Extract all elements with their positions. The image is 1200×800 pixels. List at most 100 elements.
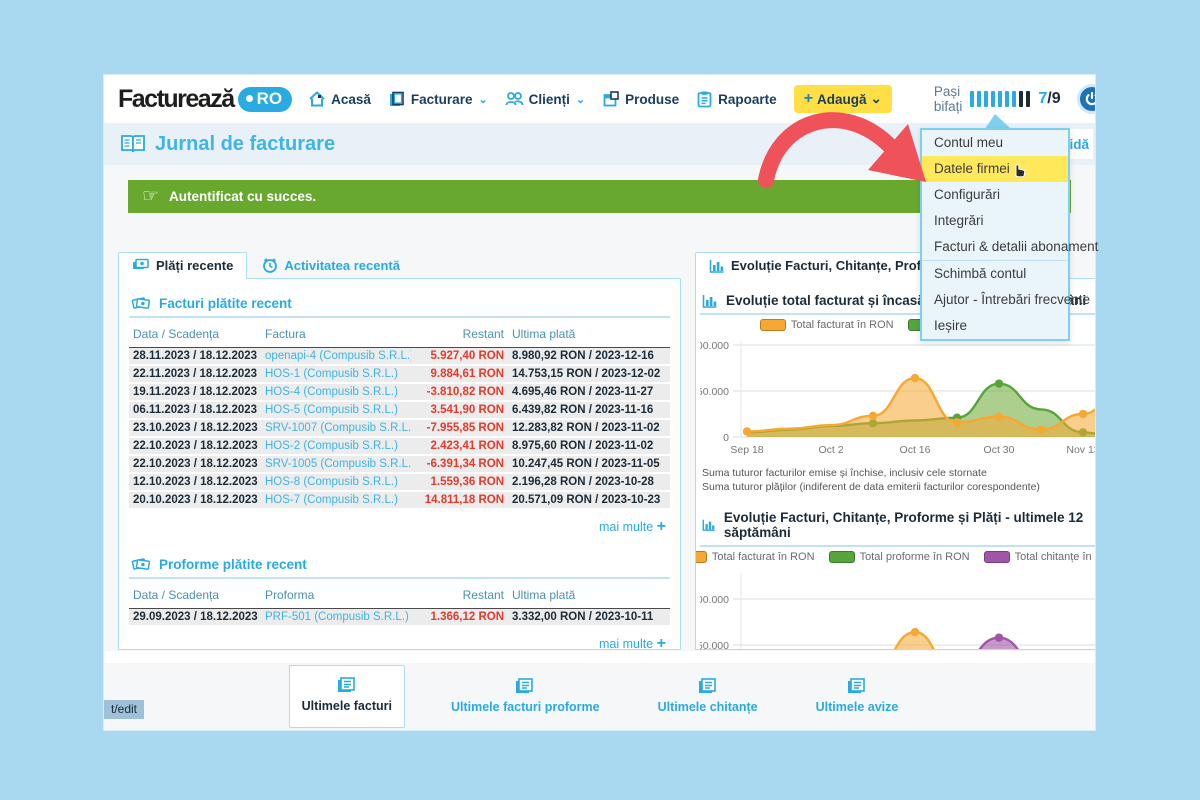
cell-restant: 14.811,18 RON — [411, 491, 508, 509]
top-navigation-bar: Facturează RO Acasă Facturare⌄ Clienți⌄ … — [104, 75, 1095, 123]
banknotes-icon — [131, 295, 151, 311]
cell-date: 06.11.2023 / 18.12.2023 — [129, 401, 261, 419]
more-invoices-link[interactable]: mai multe + — [599, 520, 666, 534]
legend-entry: Total proforme în RON — [829, 551, 970, 563]
table-row: 22.11.2023 / 18.12.2023HOS-1 (Compusib S… — [129, 365, 670, 383]
legend-entry: Total chitanțe în RON — [984, 551, 1095, 563]
steps-score: 7/9 — [1038, 90, 1060, 108]
power-icon — [1077, 84, 1095, 114]
banknotes-icon — [131, 556, 151, 572]
cell-document-link[interactable]: SRV-1007 (Compusib S.R.L.) — [261, 419, 411, 437]
plus-icon: + — [804, 94, 813, 104]
tab-activitatea-recenta[interactable]: Activitatea recentă — [249, 252, 413, 279]
pointing-hand-icon: ☞ — [142, 185, 159, 208]
invoices-icon — [388, 90, 406, 108]
chart1-notes: Suma tuturor facturilor emise și închise… — [700, 464, 1095, 500]
recent-payments-card: Facturi plătite recent Data / Scadența F… — [118, 278, 681, 650]
journal-icon — [120, 133, 146, 155]
nav-label: Facturare — [411, 92, 473, 107]
col-ultima-plata: Ultima plată — [508, 320, 670, 348]
menu-item-ajutor-întrebări-frecvente[interactable]: Ajutor - Întrebări frecvente — [922, 287, 1068, 313]
logo-ro-badge: RO — [238, 87, 293, 112]
table-header-row: Data / Scadența Factura Restant Ultima p… — [129, 320, 670, 348]
step-bar — [998, 91, 1002, 107]
tab-plati-recente[interactable]: Plăți recente — [118, 252, 247, 279]
add-button[interactable]: + Adaugă ⌄ — [794, 85, 892, 113]
cell-document-link[interactable]: HOS-8 (Compusib S.R.L.) — [261, 473, 411, 491]
cell-date: 23.10.2023 / 18.12.2023 — [129, 419, 261, 437]
footer-tab-ultimele-chitanțe[interactable]: Ultimele chitanțe — [646, 667, 770, 728]
cell-document-link[interactable]: HOS-4 (Compusib S.R.L.) — [261, 383, 411, 401]
cell-last-payment: 10.247,45 RON / 2023-11-05 — [508, 455, 670, 473]
tab-label: Activitatea recentă — [284, 258, 400, 273]
cell-last-payment: 8.980,92 RON / 2023-12-16 — [508, 348, 670, 366]
menu-item-contul-meu[interactable]: Contul meu — [922, 130, 1068, 156]
svg-text:Sep 18: Sep 18 — [730, 444, 763, 456]
col-restant: Restant — [411, 320, 508, 348]
nav-item-rapoarte[interactable]: Rapoarte — [696, 90, 777, 108]
chevron-down-icon: ⌄ — [576, 93, 585, 106]
steps-label: Pași bifați — [934, 84, 963, 114]
cell-restant: -3.810,82 RON — [411, 383, 508, 401]
step-bar — [984, 91, 988, 107]
menu-item-datele-firmei[interactable]: Datele firmei — [922, 156, 1068, 182]
legend-swatch — [760, 319, 786, 331]
menu-item-integrări[interactable]: Integrări — [922, 208, 1068, 234]
alert-text: Autentificat cu succes. — [169, 189, 316, 204]
more-proformas-link[interactable]: mai multe + — [599, 637, 666, 650]
logo[interactable]: Facturează RO — [118, 85, 292, 114]
cell-restant: 1.366,12 RON — [411, 609, 508, 627]
user-dropdown-menu: Contul meuDatele firmeiConfigurăriIntegr… — [920, 128, 1070, 341]
cell-date: 22.10.2023 / 18.12.2023 — [129, 455, 261, 473]
cell-document-link[interactable]: openapi-4 (Compusib S.R.L.) — [261, 348, 411, 366]
user-menu-trigger[interactable]: Popescu (sandbox) — [1077, 84, 1095, 114]
bar-chart-icon — [709, 259, 725, 273]
table-row: 23.10.2023 / 18.12.2023SRV-1007 (Compusi… — [129, 419, 670, 437]
nav-label: Clienți — [529, 92, 570, 107]
table-row: 06.11.2023 / 18.12.2023HOS-5 (Compusib S… — [129, 401, 670, 419]
legend-swatch — [695, 551, 707, 563]
section-facturi-platite: Facturi plătite recent — [129, 289, 670, 316]
nav-item-acasa[interactable]: Acasă — [308, 90, 371, 108]
left-panel-tabs: Plăți recente Activitatea recentă — [118, 252, 413, 279]
table-row: 28.11.2023 / 18.12.2023openapi-4 (Compus… — [129, 348, 670, 366]
nav-item-facturare[interactable]: Facturare⌄ — [388, 90, 488, 108]
nav-item-produse[interactable]: Produse — [602, 90, 679, 108]
cell-document-link[interactable]: HOS-1 (Compusib S.R.L.) — [261, 365, 411, 383]
cell-restant: 3.541,90 RON — [411, 401, 508, 419]
cell-restant: 9.884,61 RON — [411, 365, 508, 383]
cell-document-link[interactable]: HOS-2 (Compusib S.R.L.) — [261, 437, 411, 455]
menu-item-ieșire[interactable]: Ieșire — [922, 313, 1068, 339]
cell-document-link[interactable]: PRF-501 (Compusib S.R.L.) — [261, 609, 411, 627]
cursor-hand-icon — [1011, 161, 1026, 180]
table-row: 20.10.2023 / 18.12.2023HOS-7 (Compusib S… — [129, 491, 670, 509]
menu-item-facturi-detalii-abonament[interactable]: Facturi & detalii abonament — [922, 234, 1068, 260]
footer-tab-ultimele-facturi[interactable]: Ultimele facturi — [289, 665, 405, 728]
footer-tab-ultimele-avize[interactable]: Ultimele avize — [804, 667, 911, 728]
steps-progress[interactable]: Pași bifați 7/9 — [934, 84, 1061, 114]
cell-restant: 1.559,36 RON — [411, 473, 508, 491]
nav-item-clienti[interactable]: Clienți ⌄ — [505, 90, 585, 108]
cell-document-link[interactable]: SRV-1005 (Compusib S.R.L.) — [261, 455, 411, 473]
menu-item-configurări[interactable]: Configurări — [922, 182, 1068, 208]
legend-label: Total proforme în RON — [860, 551, 970, 563]
divider — [700, 545, 1095, 547]
col-proforma: Proforma — [261, 581, 411, 609]
home-icon — [308, 90, 326, 108]
menu-item-schimbă-contul[interactable]: Schimbă contul — [922, 260, 1068, 287]
svg-text:Oct 16: Oct 16 — [900, 444, 931, 456]
cell-document-link[interactable]: HOS-5 (Compusib S.R.L.) — [261, 401, 411, 419]
step-bar — [991, 91, 995, 107]
steps-bars — [970, 91, 1030, 107]
documents-stack-icon — [514, 677, 536, 695]
cell-last-payment: 2.196,28 RON / 2023-10-28 — [508, 473, 670, 491]
section-proforme-platite: Proforme plătite recent — [129, 550, 670, 577]
cell-date: 12.10.2023 / 18.12.2023 — [129, 473, 261, 491]
cell-document-link[interactable]: HOS-7 (Compusib S.R.L.) — [261, 491, 411, 509]
footer-tab-label: Ultimele avize — [816, 700, 899, 714]
footer-tab-ultimele-facturi-proforme[interactable]: Ultimele facturi proforme — [439, 667, 612, 728]
divider — [129, 577, 670, 579]
svg-text:50.000: 50.000 — [700, 386, 729, 398]
documents-stack-icon — [846, 677, 868, 695]
invoices-paid-table: Data / Scadența Factura Restant Ultima p… — [129, 320, 670, 510]
